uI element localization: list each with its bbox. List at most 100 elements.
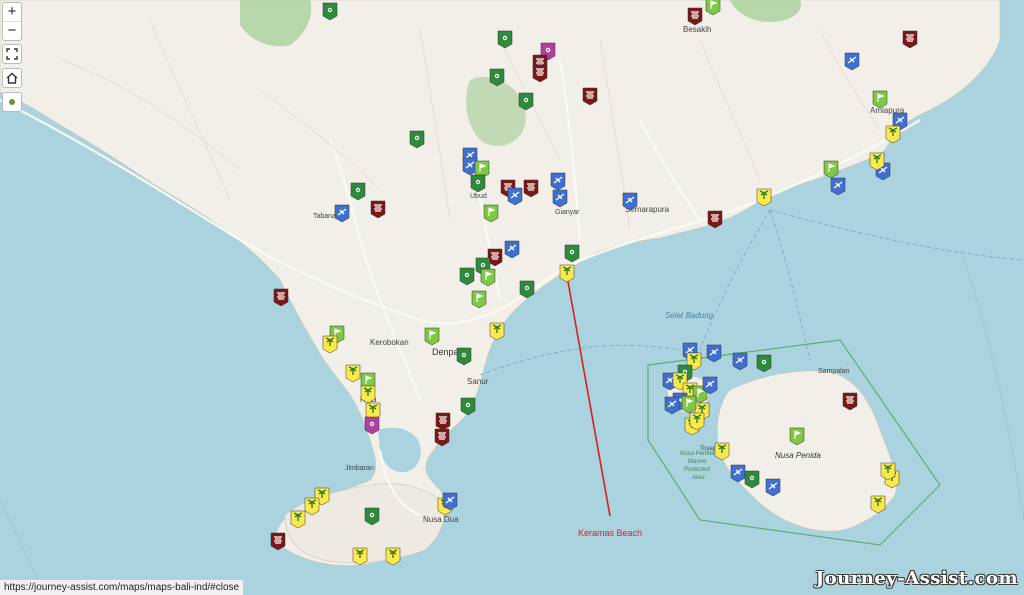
nature-marker[interactable] xyxy=(518,92,534,111)
home-icon xyxy=(6,72,18,84)
beach-marker[interactable] xyxy=(352,547,368,566)
beach-marker[interactable] xyxy=(385,547,401,566)
place-label-nusa-dua: Nusa Dua xyxy=(423,515,459,524)
nature-marker[interactable] xyxy=(364,507,380,526)
temple-marker[interactable] xyxy=(370,200,386,219)
flower-icon xyxy=(327,7,333,13)
nature-marker[interactable] xyxy=(409,130,425,149)
park-marker[interactable] xyxy=(480,268,496,287)
flower-icon xyxy=(465,402,471,408)
beach-marker[interactable] xyxy=(689,412,705,431)
temple-marker[interactable] xyxy=(582,87,598,106)
activity-marker[interactable] xyxy=(622,192,638,211)
nature-marker[interactable] xyxy=(322,2,338,21)
zoom-in-button[interactable]: + xyxy=(3,3,21,22)
activity-marker[interactable] xyxy=(552,189,568,208)
status-bar-url: https://journey-assist.com/maps/maps-bal… xyxy=(0,579,245,595)
beach-marker[interactable] xyxy=(880,462,896,481)
nature-marker[interactable] xyxy=(744,470,760,489)
flower-icon xyxy=(749,475,755,481)
activity-marker[interactable] xyxy=(504,240,520,259)
beach-marker[interactable] xyxy=(870,495,886,514)
temple-marker[interactable] xyxy=(435,412,451,431)
park-marker[interactable] xyxy=(823,160,839,179)
temple-marker[interactable] xyxy=(842,392,858,411)
flower-icon xyxy=(461,352,467,358)
temple-marker[interactable] xyxy=(902,30,918,49)
place-label-sanur: Sanur xyxy=(467,377,489,386)
temple-marker[interactable] xyxy=(270,532,286,551)
flower-icon xyxy=(502,35,508,41)
museum-marker[interactable] xyxy=(364,416,380,435)
park-marker[interactable] xyxy=(681,395,697,414)
nature-marker[interactable] xyxy=(470,174,486,193)
beach-marker[interactable] xyxy=(869,152,885,171)
place-label-sampalan: Sampalan xyxy=(818,368,850,375)
activity-marker[interactable] xyxy=(844,52,860,71)
fullscreen-button[interactable] xyxy=(2,44,22,64)
flower-icon xyxy=(369,421,375,427)
zoom-control: + − xyxy=(2,2,22,41)
beach-marker[interactable] xyxy=(756,188,772,207)
nature-marker[interactable] xyxy=(564,244,580,263)
activity-marker[interactable] xyxy=(334,204,350,223)
beach-marker[interactable] xyxy=(322,335,338,354)
park-marker[interactable] xyxy=(872,90,888,109)
svg-text:Marine: Marine xyxy=(688,459,707,465)
activity-marker[interactable] xyxy=(830,177,846,196)
park-marker[interactable] xyxy=(789,427,805,446)
place-label-besakih: Besakih xyxy=(683,25,711,34)
activity-marker[interactable] xyxy=(706,344,722,363)
beach-marker[interactable] xyxy=(489,322,505,341)
nature-marker[interactable] xyxy=(519,280,535,299)
beach-marker[interactable] xyxy=(290,510,306,529)
beach-marker[interactable] xyxy=(885,125,901,144)
nature-marker[interactable] xyxy=(456,347,472,366)
flower-icon xyxy=(524,285,530,291)
strait-label: Selat Badung xyxy=(665,311,714,320)
park-marker[interactable] xyxy=(471,290,487,309)
park-marker[interactable] xyxy=(424,327,440,346)
flower-icon xyxy=(480,262,486,268)
activity-marker[interactable] xyxy=(702,376,718,395)
map-canvas[interactable]: Denpasar Kerobokan Sanur Kuta Jimbaran N… xyxy=(0,0,1024,595)
flower-icon xyxy=(494,73,500,79)
beach-marker[interactable] xyxy=(714,442,730,461)
activity-marker[interactable] xyxy=(507,187,523,206)
activity-marker[interactable] xyxy=(730,464,746,483)
temple-marker[interactable] xyxy=(687,7,703,26)
nature-marker[interactable] xyxy=(756,354,772,373)
locate-button[interactable] xyxy=(2,92,22,112)
island-label: Nusa Penida xyxy=(775,451,821,460)
home-button[interactable] xyxy=(2,68,22,88)
flower-icon xyxy=(464,272,470,278)
place-label-kerobokan: Kerobokan xyxy=(370,338,409,347)
activity-marker[interactable] xyxy=(550,172,566,191)
park-marker[interactable] xyxy=(483,204,499,223)
flower-icon xyxy=(414,135,420,141)
beach-marker[interactable] xyxy=(304,497,320,516)
beach-marker[interactable] xyxy=(360,385,376,404)
nature-marker[interactable] xyxy=(497,30,513,49)
nature-marker[interactable] xyxy=(459,267,475,286)
svg-text:Nusa Penida: Nusa Penida xyxy=(680,451,715,457)
temple-marker[interactable] xyxy=(273,288,289,307)
flower-icon xyxy=(569,249,575,255)
activity-marker[interactable] xyxy=(442,492,458,511)
activity-marker[interactable] xyxy=(765,478,781,497)
svg-text:Area: Area xyxy=(691,475,705,481)
zoom-out-button[interactable]: − xyxy=(3,22,21,40)
beach-marker[interactable] xyxy=(559,264,575,283)
temple-marker[interactable] xyxy=(434,428,450,447)
activity-marker[interactable] xyxy=(664,396,680,415)
beach-marker[interactable] xyxy=(345,364,361,383)
watermark: Journey-Assist.com xyxy=(815,568,1018,589)
activity-marker[interactable] xyxy=(732,352,748,371)
nature-marker[interactable] xyxy=(460,397,476,416)
locate-icon xyxy=(9,99,15,105)
temple-marker[interactable] xyxy=(707,210,723,229)
temple-marker[interactable] xyxy=(523,179,539,198)
nature-marker[interactable] xyxy=(350,182,366,201)
nature-marker[interactable] xyxy=(489,68,505,87)
temple-marker[interactable] xyxy=(532,64,548,83)
